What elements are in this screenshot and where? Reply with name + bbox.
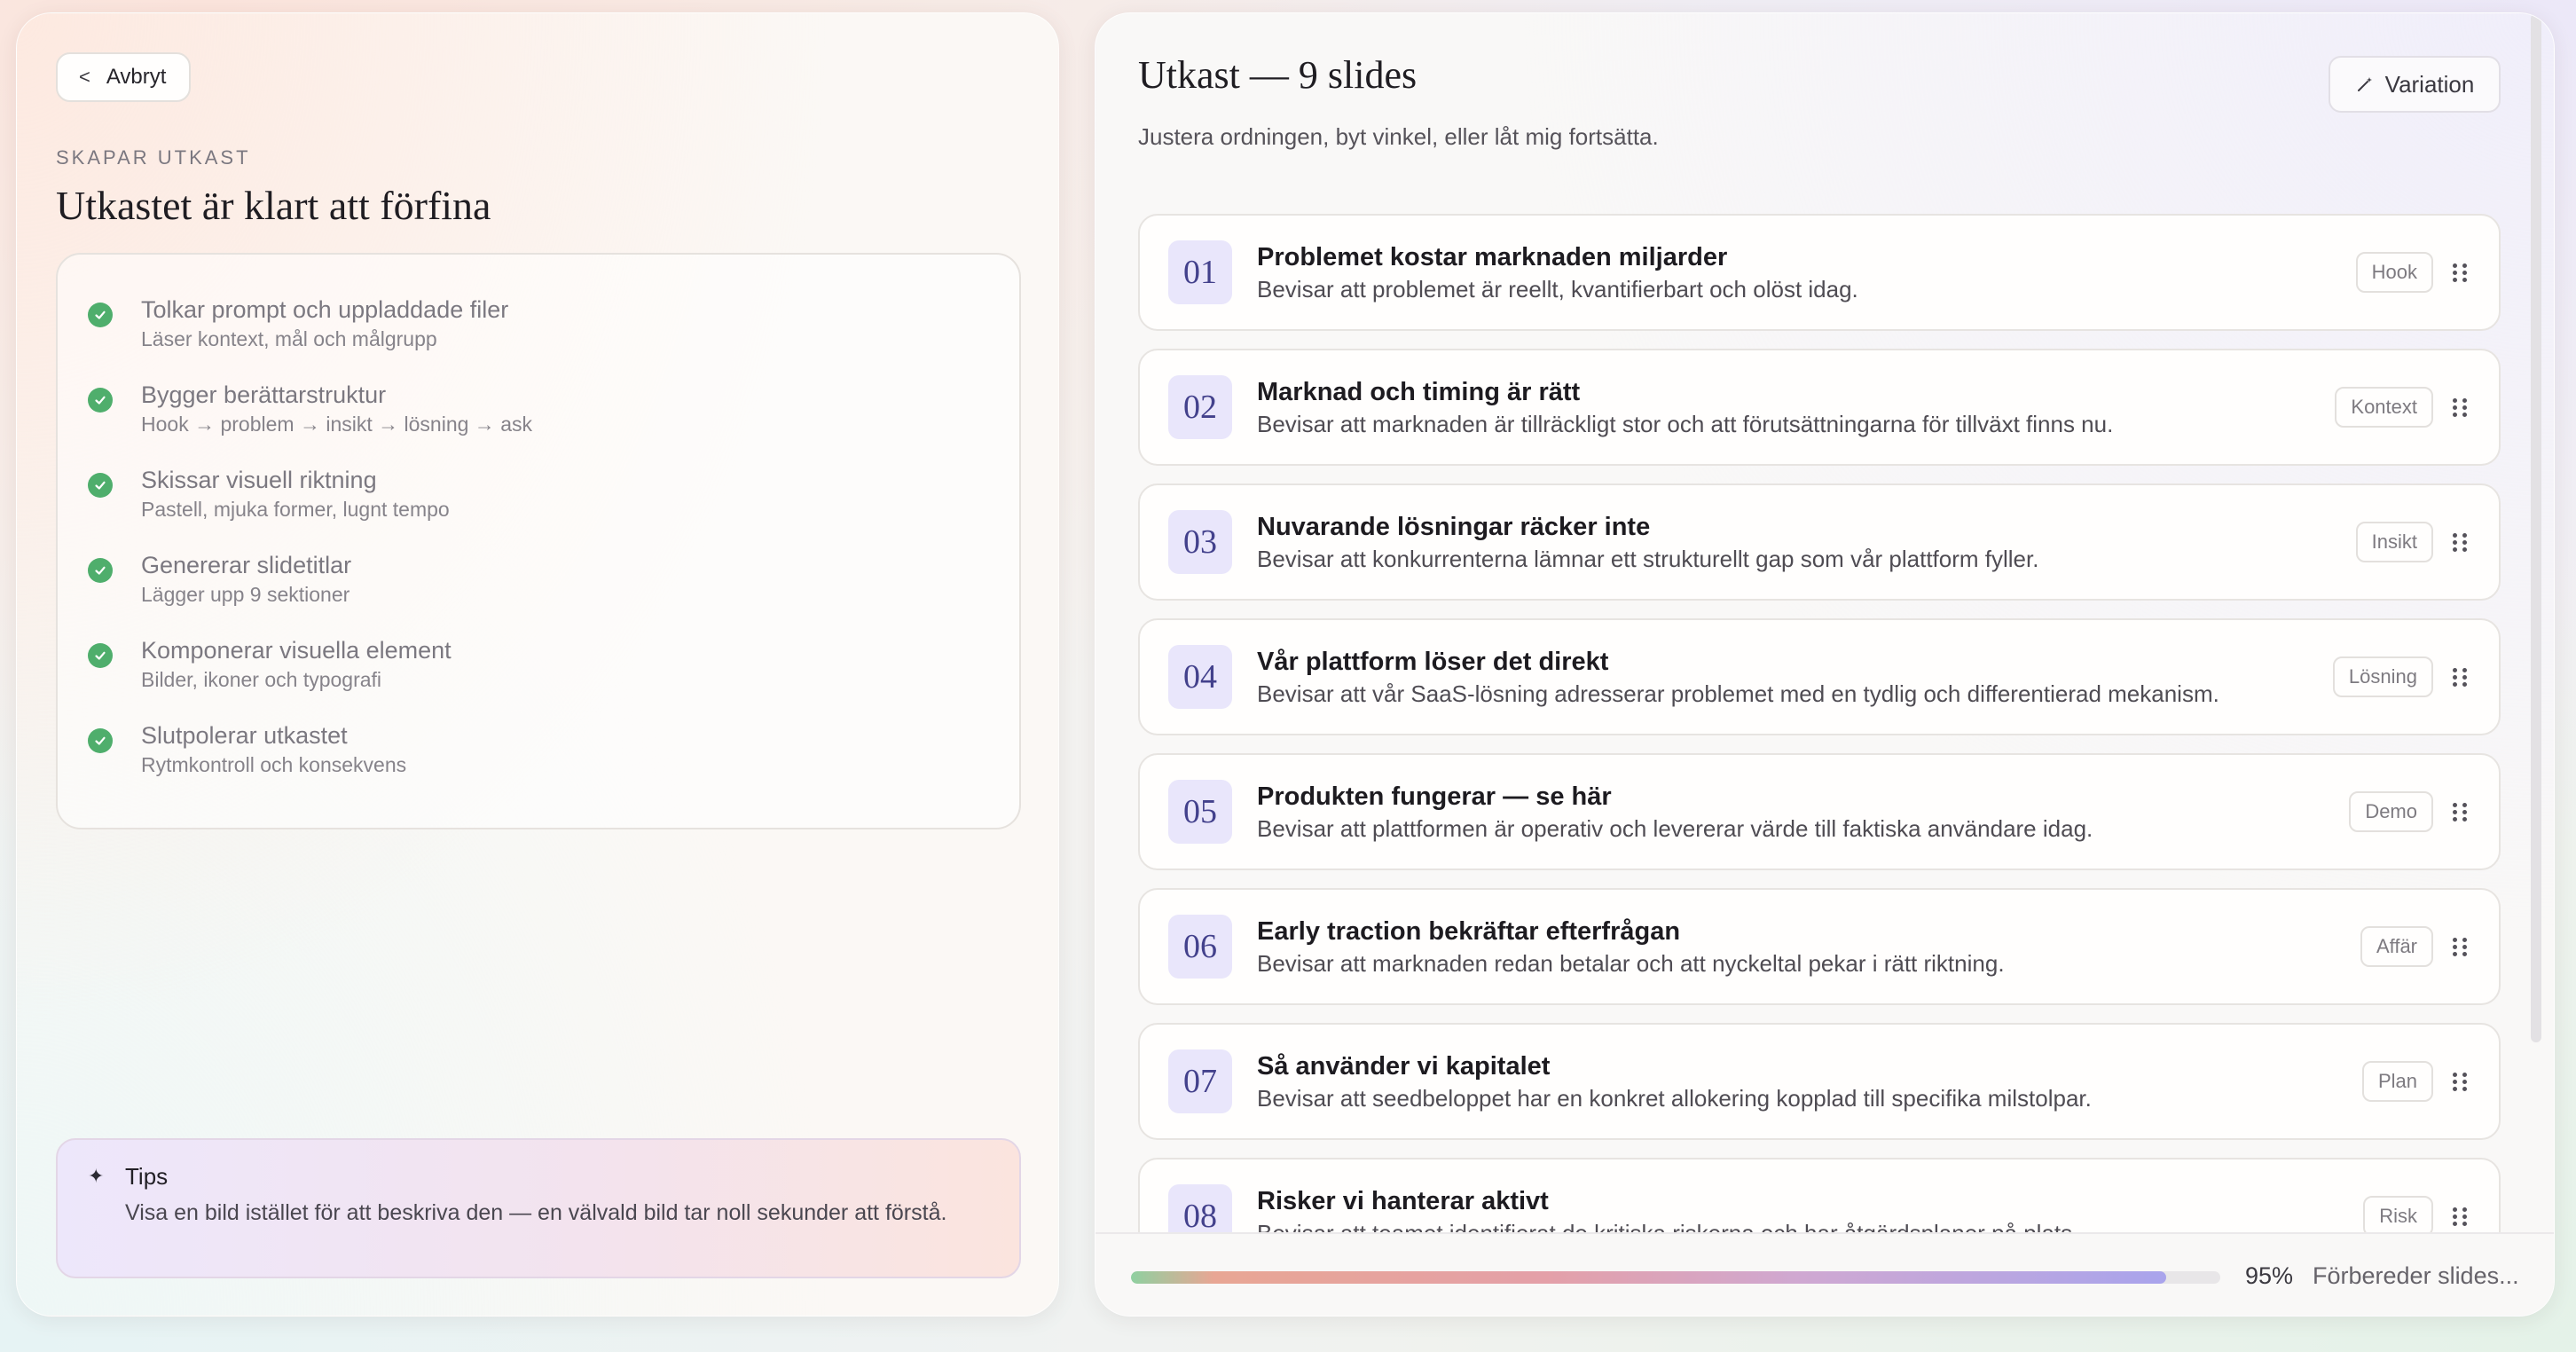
slide-title: Produkten fungerar — se här <box>1257 782 1612 811</box>
wand-icon <box>2357 77 2372 91</box>
check-circle-icon <box>88 558 113 583</box>
step-title: Slutpolerar utkastet <box>141 722 348 749</box>
progress-fill <box>1131 1271 2166 1284</box>
slide-number: 04 <box>1168 645 1232 709</box>
slide-tag: Kontext <box>2335 387 2433 428</box>
step-item: Bygger berättarstruktur Hook → problem → … <box>88 379 1019 464</box>
slide-card[interactable]: 06 Early traction bekräftar efterfrågan B… <box>1138 888 2501 1005</box>
step-item: Tolkar prompt och uppladdade filer Läser … <box>88 294 1019 379</box>
slide-title: Nuvarande lösningar räcker inte <box>1257 513 1651 541</box>
slide-description: Bevisar att marknaden redan betalar och … <box>1257 950 2005 977</box>
slide-number: 05 <box>1168 780 1232 844</box>
slide-description: Bevisar att problemet är reellt, kvantif… <box>1257 276 1858 303</box>
slide-title: Marknad och timing är rätt <box>1257 378 1581 406</box>
slide-card[interactable]: 07 Så använder vi kapitalet Bevisar att s… <box>1138 1023 2501 1140</box>
step-title: Tolkar prompt och uppladdade filer <box>141 296 509 323</box>
progress-panel: < Avbryt SKAPAR UTKAST Utkastet är klart… <box>16 12 1059 1317</box>
scrollbar-thumb[interactable] <box>2531 13 2541 1042</box>
drag-handle-icon[interactable] <box>2449 936 2470 957</box>
progress-bar <box>1131 1271 2220 1284</box>
variation-button-label: Variation <box>2384 70 2475 98</box>
slide-card[interactable]: 04 Vår plattform löser det direkt Bevisar… <box>1138 618 2501 735</box>
steps-card: Tolkar prompt och uppladdade filer Läser … <box>56 253 1021 829</box>
check-circle-icon <box>88 643 113 668</box>
slide-number: 02 <box>1168 375 1232 439</box>
step-title: Genererar slidetitlar <box>141 552 352 578</box>
slide-card[interactable]: 02 Marknad och timing är rätt Bevisar att… <box>1138 349 2501 466</box>
drag-handle-icon[interactable] <box>2449 262 2470 283</box>
drag-handle-icon[interactable] <box>2449 1071 2470 1092</box>
slide-number: 07 <box>1168 1049 1232 1113</box>
slide-description: Bevisar att plattformen är operativ och … <box>1257 815 2093 842</box>
slide-title: Early traction bekräftar efterfrågan <box>1257 917 1681 946</box>
step-title: Komponerar visuella element <box>141 637 452 664</box>
step-item: Komponerar visuella element Bilder, ikone… <box>88 634 1019 719</box>
variation-button[interactable]: Variation <box>2329 56 2501 113</box>
check-circle-icon <box>88 303 113 327</box>
progress-percent: 95% <box>2245 1262 2294 1289</box>
slide-description: Bevisar att konkurrenterna lämnar ett st… <box>1257 546 2039 572</box>
slide-card[interactable]: 05 Produkten fungerar — se här Bevisar at… <box>1138 753 2501 870</box>
slide-tag: Demo <box>2349 791 2433 832</box>
tips-text: Visa en bild istället för att beskriva d… <box>125 1200 947 1225</box>
slide-tag: Insikt <box>2355 522 2433 562</box>
slide-title: Vår plattform löser det direkt <box>1257 648 1609 676</box>
slide-tag: Hook <box>2355 252 2433 293</box>
cancel-button[interactable]: < Avbryt <box>56 52 192 102</box>
step-item: Skissar visuell riktning Pastell, mjuka f… <box>88 464 1019 549</box>
progress-status: Förbereder slides... <box>2313 1262 2519 1289</box>
check-circle-icon <box>88 473 113 498</box>
step-subtitle: Läser kontext, mål och målgrupp <box>141 327 437 350</box>
draft-panel: Utkast — 9 slides Justera ordningen, byt… <box>1095 12 2555 1317</box>
slide-title: Risker vi hanterar aktivt <box>1257 1187 1549 1215</box>
sparkle-icon: ✦ <box>88 1165 105 1187</box>
drag-handle-icon[interactable] <box>2449 397 2470 418</box>
panel-title: Utkastet är klart att förfina <box>56 183 491 228</box>
drag-handle-icon[interactable] <box>2449 666 2470 688</box>
slide-tag: Plan <box>2361 1061 2433 1102</box>
step-title: Skissar visuell riktning <box>141 467 377 493</box>
progress-footer: 95% Förbereder slides... <box>1096 1232 2554 1316</box>
slide-description: Bevisar att vår SaaS-lösning adresserar … <box>1257 680 2219 707</box>
step-subtitle: Hook → problem → insikt → lösning → ask <box>141 413 532 436</box>
eyebrow-label: SKAPAR UTKAST <box>56 146 251 169</box>
slide-number: 06 <box>1168 915 1232 979</box>
check-circle-icon <box>88 728 113 753</box>
tips-box: ✦ Tips Visa en bild istället för att bes… <box>56 1138 1021 1278</box>
step-subtitle: Bilder, ikoner och typografi <box>141 668 382 691</box>
step-title: Bygger berättarstruktur <box>141 381 387 408</box>
step-subtitle: Lägger upp 9 sektioner <box>141 583 350 606</box>
slide-number: 03 <box>1168 510 1232 574</box>
slide-title: Så använder vi kapitalet <box>1257 1052 1551 1081</box>
slide-card[interactable]: 01 Problemet kostar marknaden miljarder B… <box>1138 214 2501 331</box>
cancel-button-label: Avbryt <box>106 65 167 89</box>
slide-description: Bevisar att seedbeloppet har en konkret … <box>1257 1085 2092 1112</box>
slide-tag: Lösning <box>2332 656 2433 697</box>
check-circle-icon <box>88 388 113 413</box>
slide-title: Problemet kostar marknaden miljarder <box>1257 243 1728 271</box>
slide-tag: Risk <box>2363 1196 2433 1237</box>
step-item: Genererar slidetitlar Lägger upp 9 sektio… <box>88 549 1019 634</box>
draft-subtitle: Justera ordningen, byt vinkel, eller låt… <box>1138 123 1659 150</box>
slide-description: Bevisar att marknaden är tillräckligt st… <box>1257 411 2114 437</box>
slide-number: 01 <box>1168 240 1232 304</box>
chevron-left-icon: < <box>79 66 90 88</box>
slide-card[interactable]: 03 Nuvarande lösningar räcker inte Bevisa… <box>1138 483 2501 601</box>
step-item: Slutpolerar utkastet Rytmkontroll och kon… <box>88 719 1019 805</box>
draft-title: Utkast — 9 slides <box>1138 53 1418 97</box>
tips-title: Tips <box>125 1163 169 1190</box>
drag-handle-icon[interactable] <box>2449 801 2470 822</box>
drag-handle-icon[interactable] <box>2449 1206 2470 1227</box>
slide-tag: Affär <box>2360 926 2433 967</box>
step-subtitle: Pastell, mjuka former, lugnt tempo <box>141 498 450 521</box>
step-subtitle: Rytmkontroll och konsekvens <box>141 753 407 776</box>
drag-handle-icon[interactable] <box>2449 531 2470 553</box>
slides-list: 01 Problemet kostar marknaden miljarder B… <box>1138 214 2501 1293</box>
